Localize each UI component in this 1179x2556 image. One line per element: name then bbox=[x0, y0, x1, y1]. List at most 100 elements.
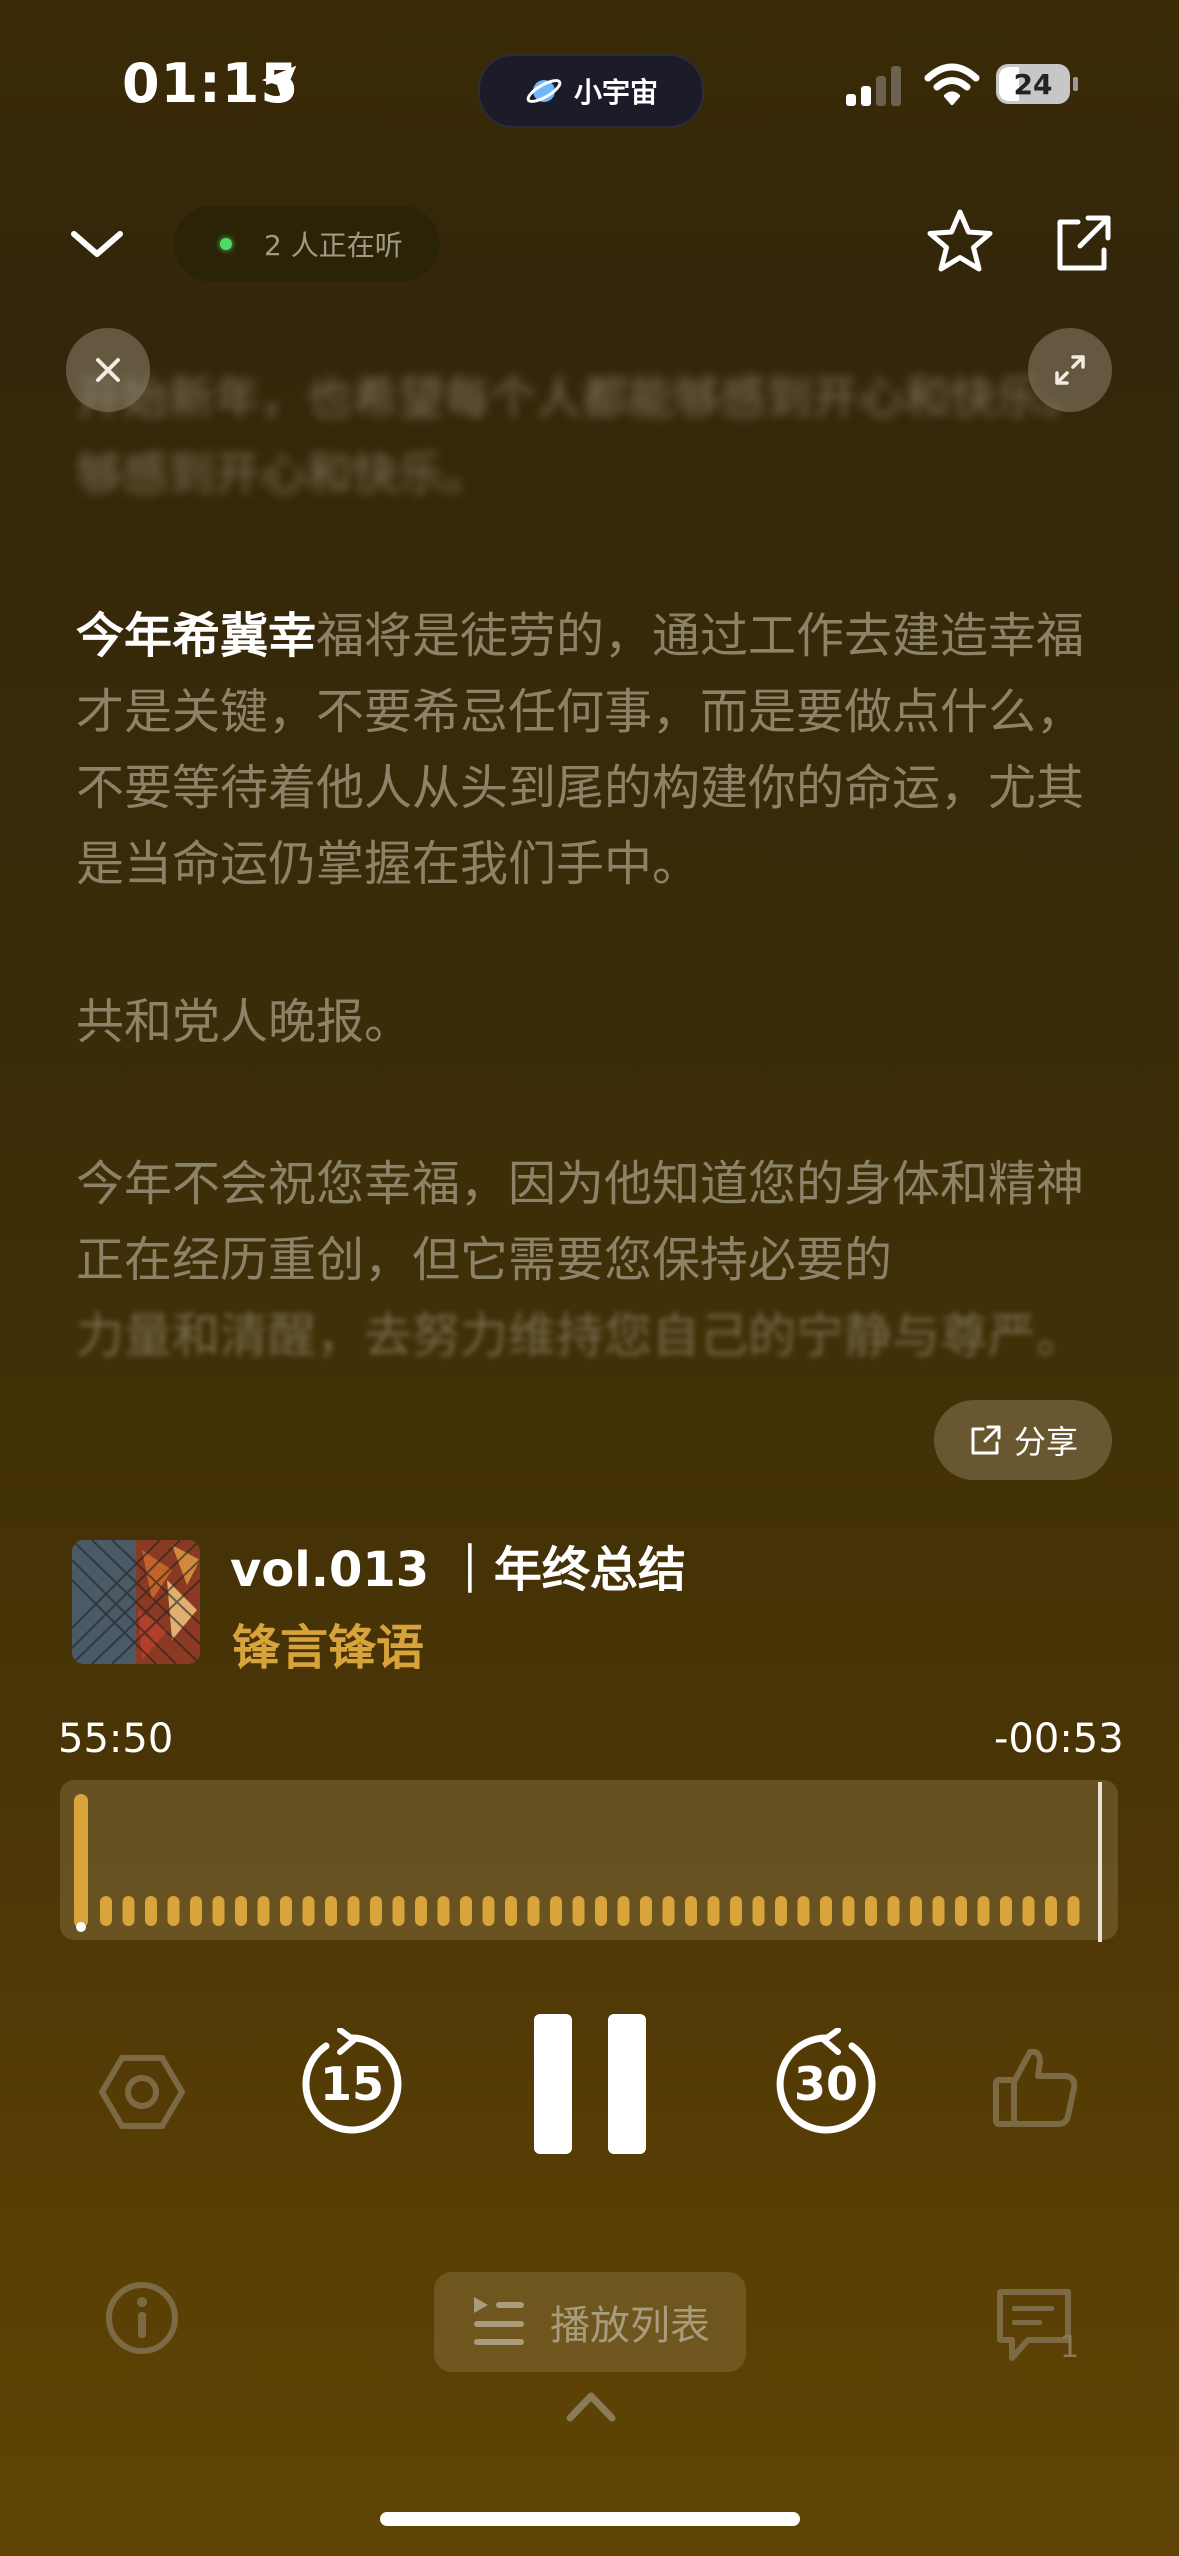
close-transcript-button[interactable] bbox=[66, 328, 150, 412]
expand-icon bbox=[1055, 355, 1085, 385]
progress-end-marker bbox=[1098, 1782, 1102, 1942]
episode-info-button[interactable] bbox=[104, 2280, 180, 2356]
waveform-bar bbox=[550, 1896, 562, 1926]
collapse-chevron-icon[interactable] bbox=[66, 218, 128, 268]
waveform-bars bbox=[100, 1896, 1080, 1926]
waveform-bar bbox=[797, 1896, 810, 1926]
battery-level: 24 bbox=[1013, 67, 1053, 101]
waveform-bar bbox=[1022, 1896, 1035, 1926]
island-label: 小宇宙 bbox=[573, 76, 658, 109]
waveform-bar bbox=[572, 1896, 585, 1926]
waveform-bar bbox=[325, 1896, 337, 1926]
pause-button[interactable] bbox=[532, 2014, 648, 2154]
remaining-time: -00:53 bbox=[994, 1716, 1124, 1762]
waveform-bar bbox=[100, 1896, 112, 1926]
waveform-bar bbox=[955, 1896, 967, 1926]
waveform-bar bbox=[730, 1896, 742, 1926]
show-name[interactable]: 锋言锋语 bbox=[232, 1608, 424, 1678]
waveform-bar bbox=[617, 1896, 630, 1926]
waveform-bar bbox=[167, 1896, 180, 1926]
share-icon[interactable] bbox=[1048, 208, 1118, 278]
waveform-bar bbox=[122, 1896, 135, 1926]
waveform-bar bbox=[910, 1896, 922, 1926]
waveform-bar bbox=[842, 1896, 855, 1926]
forward-seconds: 30 bbox=[793, 2057, 858, 2111]
pause-icon bbox=[534, 2014, 646, 2154]
playlist-label: 播放列表 bbox=[550, 2303, 710, 2349]
waveform-bar bbox=[280, 1896, 292, 1926]
playback-settings-button[interactable] bbox=[98, 2048, 186, 2136]
waveform-bar bbox=[662, 1896, 675, 1926]
waveform-bar bbox=[212, 1896, 225, 1926]
waveform-bar bbox=[527, 1896, 540, 1926]
waveform-bar bbox=[370, 1896, 382, 1926]
waveform-bar bbox=[1067, 1896, 1080, 1926]
share-label: 分享 bbox=[1013, 1423, 1078, 1461]
expand-transcript-button[interactable] bbox=[1028, 328, 1112, 412]
battery-indicator: 24 bbox=[996, 64, 1080, 108]
waveform-bar bbox=[392, 1896, 405, 1926]
waveform-bar bbox=[415, 1896, 427, 1926]
thumbs-up-icon bbox=[993, 2048, 1078, 2127]
playhead-handle[interactable] bbox=[74, 1794, 88, 1928]
waveform-bar bbox=[302, 1896, 315, 1926]
waveform-bar bbox=[1000, 1896, 1012, 1926]
location-arrow-icon bbox=[261, 65, 297, 101]
waveform-bar bbox=[235, 1896, 247, 1926]
home-indicator[interactable] bbox=[380, 2512, 800, 2526]
transcript-blurred-top: 开始新年，也希望每个人都能够感到开心和快乐。 够感到开心和快乐。 bbox=[76, 360, 1106, 512]
waveform-bar bbox=[640, 1896, 652, 1926]
rewind-button[interactable]: 15 bbox=[296, 2028, 408, 2140]
playlist-button[interactable]: 播放列表 bbox=[434, 2272, 746, 2372]
transcript-paragraph-current[interactable]: 今年希冀幸福将是徒劳的，通过工作去建造幸福才是关键，不要希忌任何事，而是要做点什… bbox=[76, 598, 1106, 902]
waveform-bar bbox=[977, 1896, 990, 1926]
close-icon bbox=[96, 358, 120, 382]
waveform-bar bbox=[595, 1896, 607, 1926]
transcript-paragraph-3-blurred: 力量和清醒，去努力维持您自己的宁静与尊严。 bbox=[76, 1308, 1085, 1364]
episode-title[interactable]: vol.013 ｜年终总结 bbox=[230, 1530, 686, 1600]
waveform-bar bbox=[932, 1896, 945, 1926]
waveform-bar bbox=[257, 1896, 270, 1926]
like-button[interactable] bbox=[990, 2042, 1080, 2132]
waveform-bar bbox=[190, 1896, 202, 1926]
waveform-bar bbox=[482, 1896, 495, 1926]
waveform-bar bbox=[887, 1896, 900, 1926]
waveform-bar bbox=[437, 1896, 450, 1926]
info-icon bbox=[106, 2282, 178, 2354]
cellular-signal-icon bbox=[846, 66, 901, 106]
waveform-bar bbox=[775, 1896, 787, 1926]
waveform-bar bbox=[460, 1896, 472, 1926]
transcript-paragraph-2[interactable]: 共和党人晚报。 bbox=[76, 984, 1106, 1060]
rewind-seconds: 15 bbox=[319, 2057, 384, 2111]
star-icon[interactable] bbox=[924, 206, 996, 278]
transcript-highlight: 今年希冀幸 bbox=[76, 608, 317, 664]
waveform-bar bbox=[865, 1896, 877, 1926]
elapsed-time: 55:50 bbox=[58, 1716, 174, 1762]
chevron-up-icon[interactable] bbox=[564, 2388, 618, 2424]
waveform-bar bbox=[707, 1896, 720, 1926]
transcript-blurred-line-2: 够感到开心和快乐。 bbox=[76, 447, 490, 501]
comment-count: 1 bbox=[1060, 2330, 1080, 2365]
dynamic-island[interactable]: 小宇宙 bbox=[478, 54, 704, 128]
listening-count-text: 2 人正在听 bbox=[264, 229, 403, 262]
share-icon bbox=[971, 1425, 1001, 1455]
transcript-share-button[interactable]: 分享 bbox=[934, 1400, 1112, 1480]
waveform-bar bbox=[347, 1896, 360, 1926]
transcript-blurred-line-1: 开始新年，也希望每个人都能够感到开心和快乐。 bbox=[76, 371, 1088, 425]
transcript-paragraph-3[interactable]: 今年不会祝您幸福，因为他知道您的身体和精神正在经历重创，但它需要您保持必要的 bbox=[76, 1146, 1106, 1298]
waveform-bar bbox=[820, 1896, 832, 1926]
live-dot-icon bbox=[220, 238, 232, 250]
forward-button[interactable]: 30 bbox=[770, 2028, 882, 2140]
listening-count-pill[interactable]: 2 人正在听 bbox=[174, 206, 440, 282]
waveform-bar bbox=[145, 1896, 157, 1926]
wifi-icon bbox=[924, 63, 980, 105]
planet-icon bbox=[526, 79, 562, 103]
episode-cover-art[interactable] bbox=[72, 1540, 200, 1664]
playlist-icon bbox=[474, 2297, 524, 2345]
waveform-bar bbox=[685, 1896, 697, 1926]
waveform-bar bbox=[752, 1896, 765, 1926]
hexagon-settings-icon bbox=[99, 2055, 185, 2129]
playhead-dot bbox=[76, 1922, 86, 1932]
cover-image bbox=[72, 1540, 200, 1664]
waveform-bar bbox=[505, 1896, 517, 1926]
